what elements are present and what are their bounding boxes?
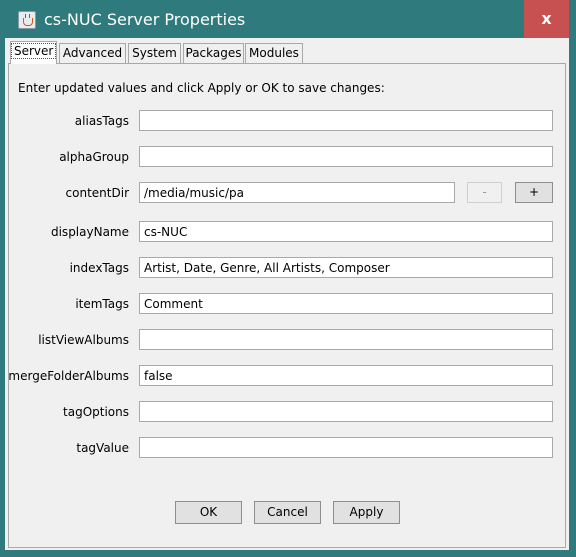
field-label-tagoptions: tagOptions: [63, 405, 129, 419]
field-label-contentdir: contentDir: [65, 186, 129, 200]
field-label-displayname: displayName: [50, 225, 129, 239]
dialog-window: cs-NUC Server Properties x Server Advanc…: [0, 0, 576, 557]
tab-modules[interactable]: Modules: [245, 43, 303, 63]
field-label-listviewalbums: listViewAlbums: [38, 333, 129, 347]
ok-button[interactable]: OK: [175, 501, 242, 524]
tab-advanced[interactable]: Advanced: [59, 43, 126, 63]
java-cup-icon: [18, 11, 36, 29]
close-button[interactable]: x: [524, 0, 569, 38]
remove-content-dir-button[interactable]: -: [467, 182, 502, 203]
field-label-itemtags: itemTags: [75, 297, 129, 311]
field-label-alphagroup: alphaGroup: [59, 150, 129, 164]
displayname-input[interactable]: [139, 221, 553, 242]
add-content-dir-button[interactable]: +: [515, 182, 553, 203]
field-label-indextags: indexTags: [69, 261, 129, 275]
field-label-tagvalue: tagValue: [76, 441, 129, 455]
tab-server[interactable]: Server: [10, 41, 57, 64]
title-bar[interactable]: cs-NUC Server Properties x: [0, 0, 576, 40]
mergefolderalbums-input[interactable]: [139, 365, 553, 386]
field-label-aliastags: aliasTags: [74, 114, 129, 128]
contentdir-input[interactable]: [139, 182, 455, 203]
field-label-mergefolderalbums: mergeFolderAlbums: [8, 369, 129, 383]
listviewalbums-input[interactable]: [139, 329, 553, 350]
tab-packages[interactable]: Packages: [183, 43, 244, 63]
window-title: cs-NUC Server Properties: [44, 10, 246, 29]
indextags-input[interactable]: [139, 257, 553, 278]
tagvalue-input[interactable]: [139, 437, 553, 458]
instructions-text: Enter updated values and click Apply or …: [18, 81, 385, 95]
apply-button[interactable]: Apply: [333, 501, 400, 524]
tagoptions-input[interactable]: [139, 401, 553, 422]
itemtags-input[interactable]: [139, 293, 553, 314]
alphagroup-input[interactable]: [139, 146, 553, 167]
dialog-content: Server Advanced System Packages Modules …: [5, 38, 569, 550]
aliastags-input[interactable]: [139, 110, 553, 131]
cancel-button[interactable]: Cancel: [254, 501, 321, 524]
tab-system[interactable]: System: [128, 43, 181, 63]
